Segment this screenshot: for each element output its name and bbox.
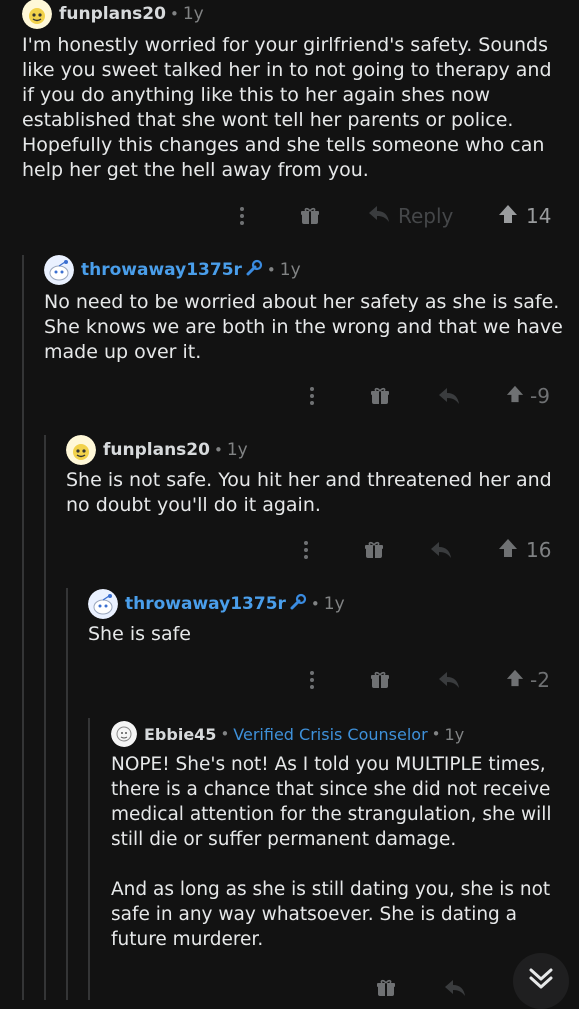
separator: • <box>220 725 230 743</box>
reply-icon[interactable] <box>438 664 460 696</box>
wrench-mod-icon <box>245 259 263 281</box>
upvote-icon <box>506 384 524 408</box>
upvote-icon <box>506 668 524 692</box>
user-flair: Verified Crisis Counselor <box>233 724 428 744</box>
thread-line <box>66 588 68 1000</box>
reply-icon[interactable] <box>430 534 452 566</box>
comment-paragraph: NOPE! She's not! As I told you MULTIPLE … <box>111 754 552 850</box>
upvote-icon <box>498 204 518 229</box>
comment-age: 1y <box>182 4 204 24</box>
upvote-button[interactable]: -9 <box>506 380 550 412</box>
separator: • <box>213 441 223 459</box>
upvote-button[interactable]: 14 <box>498 200 551 232</box>
comment: throwaway1375r • 1y No need to be worrie… <box>44 255 564 365</box>
comment: throwaway1375r • 1y She is safe <box>88 589 568 647</box>
comment-body: She is not safe. You hit her and threate… <box>66 469 552 516</box>
comment-actions <box>0 972 579 1004</box>
username[interactable]: throwaway1375r <box>125 594 286 614</box>
chevron-down-double-icon <box>528 967 554 995</box>
comment-actions: Reply 14 <box>0 200 579 232</box>
username[interactable]: Ebbie45 <box>144 725 216 744</box>
award-icon[interactable] <box>364 534 384 566</box>
vote-count: -9 <box>530 384 550 408</box>
more-options-icon[interactable] <box>236 200 248 232</box>
comment-actions: 16 <box>0 534 579 566</box>
user-avatar[interactable] <box>44 255 74 285</box>
comment-age: 1y <box>226 440 248 460</box>
reply-icon <box>368 204 390 228</box>
comment-paragraph: And as long as she is still dating you, … <box>111 879 551 950</box>
vote-count: 16 <box>526 538 552 562</box>
thread-line <box>44 435 46 1000</box>
comment-body: No need to be worried about her safety a… <box>44 291 563 363</box>
vote-count: 14 <box>526 204 552 228</box>
user-avatar[interactable] <box>22 0 52 29</box>
award-icon[interactable] <box>376 972 396 1004</box>
reply-icon[interactable] <box>438 380 460 412</box>
comment-age: 1y <box>444 724 465 744</box>
separator: • <box>169 5 179 23</box>
comment: funplans20 • 1y She is not safe. You hit… <box>66 435 566 518</box>
comment-body: NOPE! She's not! As I told you MULTIPLE … <box>111 752 573 952</box>
separator: • <box>266 261 276 279</box>
comment-body: I'm honestly worried for your girlfriend… <box>22 34 552 181</box>
thread-line <box>22 255 24 1000</box>
more-options-icon[interactable] <box>306 664 318 696</box>
username[interactable]: funplans20 <box>59 4 166 24</box>
upvote-button[interactable]: -2 <box>506 664 550 696</box>
comment-age: 1y <box>279 260 301 280</box>
upvote-button[interactable]: 16 <box>498 534 551 566</box>
separator: • <box>310 595 320 613</box>
user-avatar[interactable] <box>111 721 137 747</box>
wrench-mod-icon <box>289 593 307 615</box>
comment-body: She is safe <box>88 623 191 645</box>
award-icon[interactable] <box>300 200 320 232</box>
reply-button[interactable]: Reply <box>368 200 453 232</box>
user-avatar[interactable] <box>88 589 118 619</box>
comment: funplans20 • 1y I'm honestly worried for… <box>22 0 562 183</box>
user-avatar[interactable] <box>66 435 96 465</box>
more-options-icon[interactable] <box>306 380 318 412</box>
reply-icon[interactable] <box>444 972 466 1004</box>
reply-label: Reply <box>398 204 454 228</box>
award-icon[interactable] <box>370 380 390 412</box>
award-icon[interactable] <box>370 664 390 696</box>
comment: Ebbie45 • Verified Crisis Counselor • 1y… <box>111 719 573 952</box>
vote-count: -2 <box>530 668 550 692</box>
thread-line <box>88 718 90 1000</box>
username[interactable]: throwaway1375r <box>81 260 242 280</box>
comment-age: 1y <box>323 594 345 614</box>
upvote-icon <box>498 538 518 563</box>
jump-to-next-button[interactable] <box>513 953 569 1009</box>
more-options-icon[interactable] <box>300 534 312 566</box>
username[interactable]: funplans20 <box>103 440 210 460</box>
separator: • <box>431 725 441 743</box>
comment-actions: -9 <box>0 380 579 412</box>
comment-actions: -2 <box>0 664 579 696</box>
